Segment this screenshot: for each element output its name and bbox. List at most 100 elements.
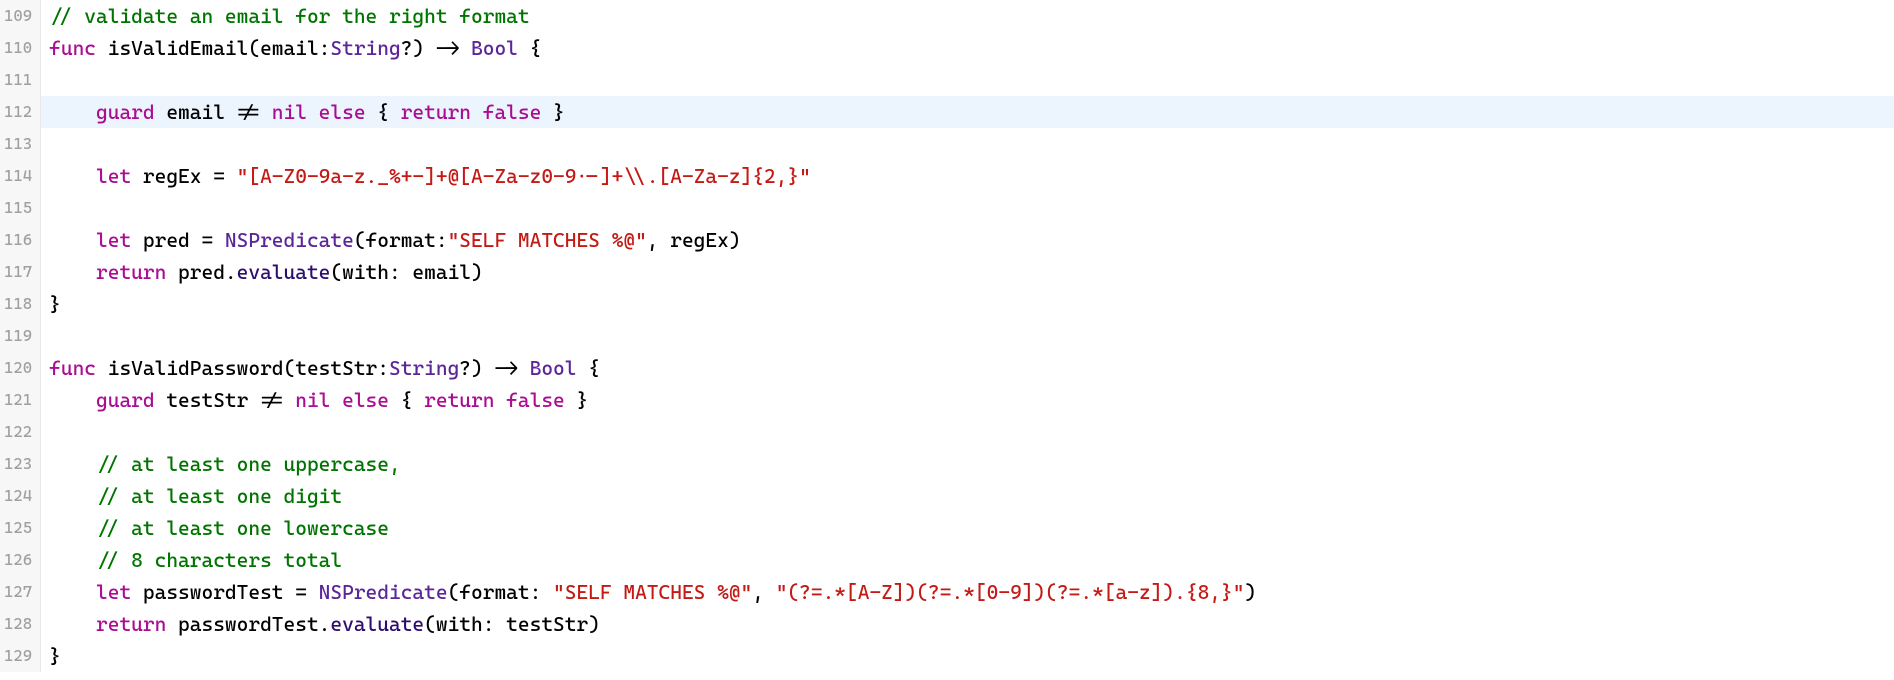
line-number: 119: [4, 320, 32, 352]
code-token: ,: [752, 580, 775, 604]
code-token: regEx =: [131, 164, 236, 188]
code-token: Bool: [530, 356, 577, 380]
code-token: [49, 484, 96, 508]
code-token: NSPredicate: [319, 580, 448, 604]
code-token: String: [330, 36, 400, 60]
code-token: }: [49, 292, 61, 316]
code-token: [49, 100, 96, 124]
code-token: String: [389, 356, 459, 380]
code-token: }: [49, 644, 61, 668]
code-token: ?) ->: [459, 356, 529, 380]
code-line[interactable]: func isValidEmail(email:String?) -> Bool…: [41, 32, 1894, 64]
code-token: // 8 characters total: [96, 548, 342, 572]
line-number: 126: [4, 544, 32, 576]
code-line[interactable]: let regEx = "[A-Z0-9a-z._%+-]+@[A-Za-z0-…: [41, 160, 1894, 192]
line-number: 125: [4, 512, 32, 544]
code-token: return: [96, 260, 166, 284]
code-line[interactable]: }: [41, 640, 1894, 672]
code-token: [307, 100, 319, 124]
code-token: [49, 388, 96, 412]
code-line[interactable]: // at least one uppercase,: [41, 448, 1894, 480]
code-token: nil: [295, 388, 330, 412]
code-line[interactable]: guard email != nil else { return false }: [41, 96, 1894, 128]
code-token: }: [565, 388, 588, 412]
code-token: pred =: [131, 228, 225, 252]
code-token: }: [541, 100, 564, 124]
code-line[interactable]: // validate an email for the right forma…: [41, 0, 1894, 32]
code-token: [49, 452, 96, 476]
code-line[interactable]: [41, 320, 1894, 352]
code-token: ?) ->: [401, 36, 471, 60]
line-number: 109: [4, 0, 32, 32]
code-token: [49, 516, 96, 540]
code-token: evaluate: [330, 612, 424, 636]
code-line[interactable]: guard testStr != nil else { return false…: [41, 384, 1894, 416]
code-token: {: [518, 36, 541, 60]
code-token: passwordTest =: [131, 580, 319, 604]
code-token: (with: testStr): [424, 612, 600, 636]
code-token: else: [342, 388, 389, 412]
line-number: 123: [4, 448, 32, 480]
code-token: NSPredicate: [225, 228, 354, 252]
code-line[interactable]: // 8 characters total: [41, 544, 1894, 576]
code-line[interactable]: let passwordTest = NSPredicate(format: "…: [41, 576, 1894, 608]
code-token: return: [96, 612, 166, 636]
code-token: return: [424, 388, 494, 412]
line-number: 124: [4, 480, 32, 512]
code-line[interactable]: // at least one lowercase: [41, 512, 1894, 544]
code-token: , regEx): [647, 228, 741, 252]
code-token: (format:: [448, 580, 553, 604]
code-token: {: [576, 356, 599, 380]
code-token: testStr !=: [155, 388, 296, 412]
code-token: func: [49, 356, 96, 380]
code-line[interactable]: [41, 64, 1894, 96]
code-line[interactable]: func isValidPassword(testStr:String?) ->…: [41, 352, 1894, 384]
code-line[interactable]: [41, 128, 1894, 160]
line-number: 127: [4, 576, 32, 608]
code-token: [49, 228, 96, 252]
code-token: return: [401, 100, 471, 124]
code-token: (with: email): [330, 260, 482, 284]
code-token: [49, 260, 96, 284]
code-token: isValidEmail(email:: [96, 36, 330, 60]
code-token: passwordTest.: [166, 612, 330, 636]
line-number: 116: [4, 224, 32, 256]
code-token: "[A-Z0-9a-z._%+-]+@[A-Za-z0-9.-]+\\.[A-Z…: [237, 164, 811, 188]
code-token: [494, 388, 506, 412]
code-line[interactable]: let pred = NSPredicate(format:"SELF MATC…: [41, 224, 1894, 256]
code-token: Bool: [471, 36, 518, 60]
line-number-gutter: 1091101111121131141151161171181191201211…: [0, 0, 41, 672]
code-token: [49, 580, 96, 604]
code-token: (format:: [354, 228, 448, 252]
code-token: email !=: [155, 100, 272, 124]
code-token: let: [96, 580, 131, 604]
code-line[interactable]: }: [41, 288, 1894, 320]
code-line[interactable]: return pred.evaluate(with: email): [41, 256, 1894, 288]
line-number: 121: [4, 384, 32, 416]
code-token: "(?=.*[A-Z])(?=.*[0-9])(?=.*[a-z]).{8,}": [776, 580, 1245, 604]
line-number: 115: [4, 192, 32, 224]
line-number: 122: [4, 416, 32, 448]
code-line[interactable]: return passwordTest.evaluate(with: testS…: [41, 608, 1894, 640]
code-token: guard: [96, 388, 155, 412]
line-number: 113: [4, 128, 32, 160]
line-number: 118: [4, 288, 32, 320]
code-token: pred.: [166, 260, 236, 284]
code-line[interactable]: // at least one digit: [41, 480, 1894, 512]
code-token: [330, 388, 342, 412]
code-token: guard: [96, 100, 155, 124]
code-line[interactable]: [41, 192, 1894, 224]
line-number: 129: [4, 640, 32, 672]
code-token: // at least one digit: [96, 484, 342, 508]
code-token: "SELF MATCHES %@": [553, 580, 752, 604]
line-number: 112: [4, 96, 32, 128]
code-token: {: [366, 100, 401, 124]
code-token: isValidPassword(testStr:: [96, 356, 389, 380]
code-token: func: [49, 36, 96, 60]
code-token: nil: [272, 100, 307, 124]
code-token: else: [319, 100, 366, 124]
code-line[interactable]: [41, 416, 1894, 448]
code-token: // at least one uppercase,: [96, 452, 401, 476]
code-editor-area[interactable]: // validate an email for the right forma…: [41, 0, 1894, 672]
code-token: {: [389, 388, 424, 412]
